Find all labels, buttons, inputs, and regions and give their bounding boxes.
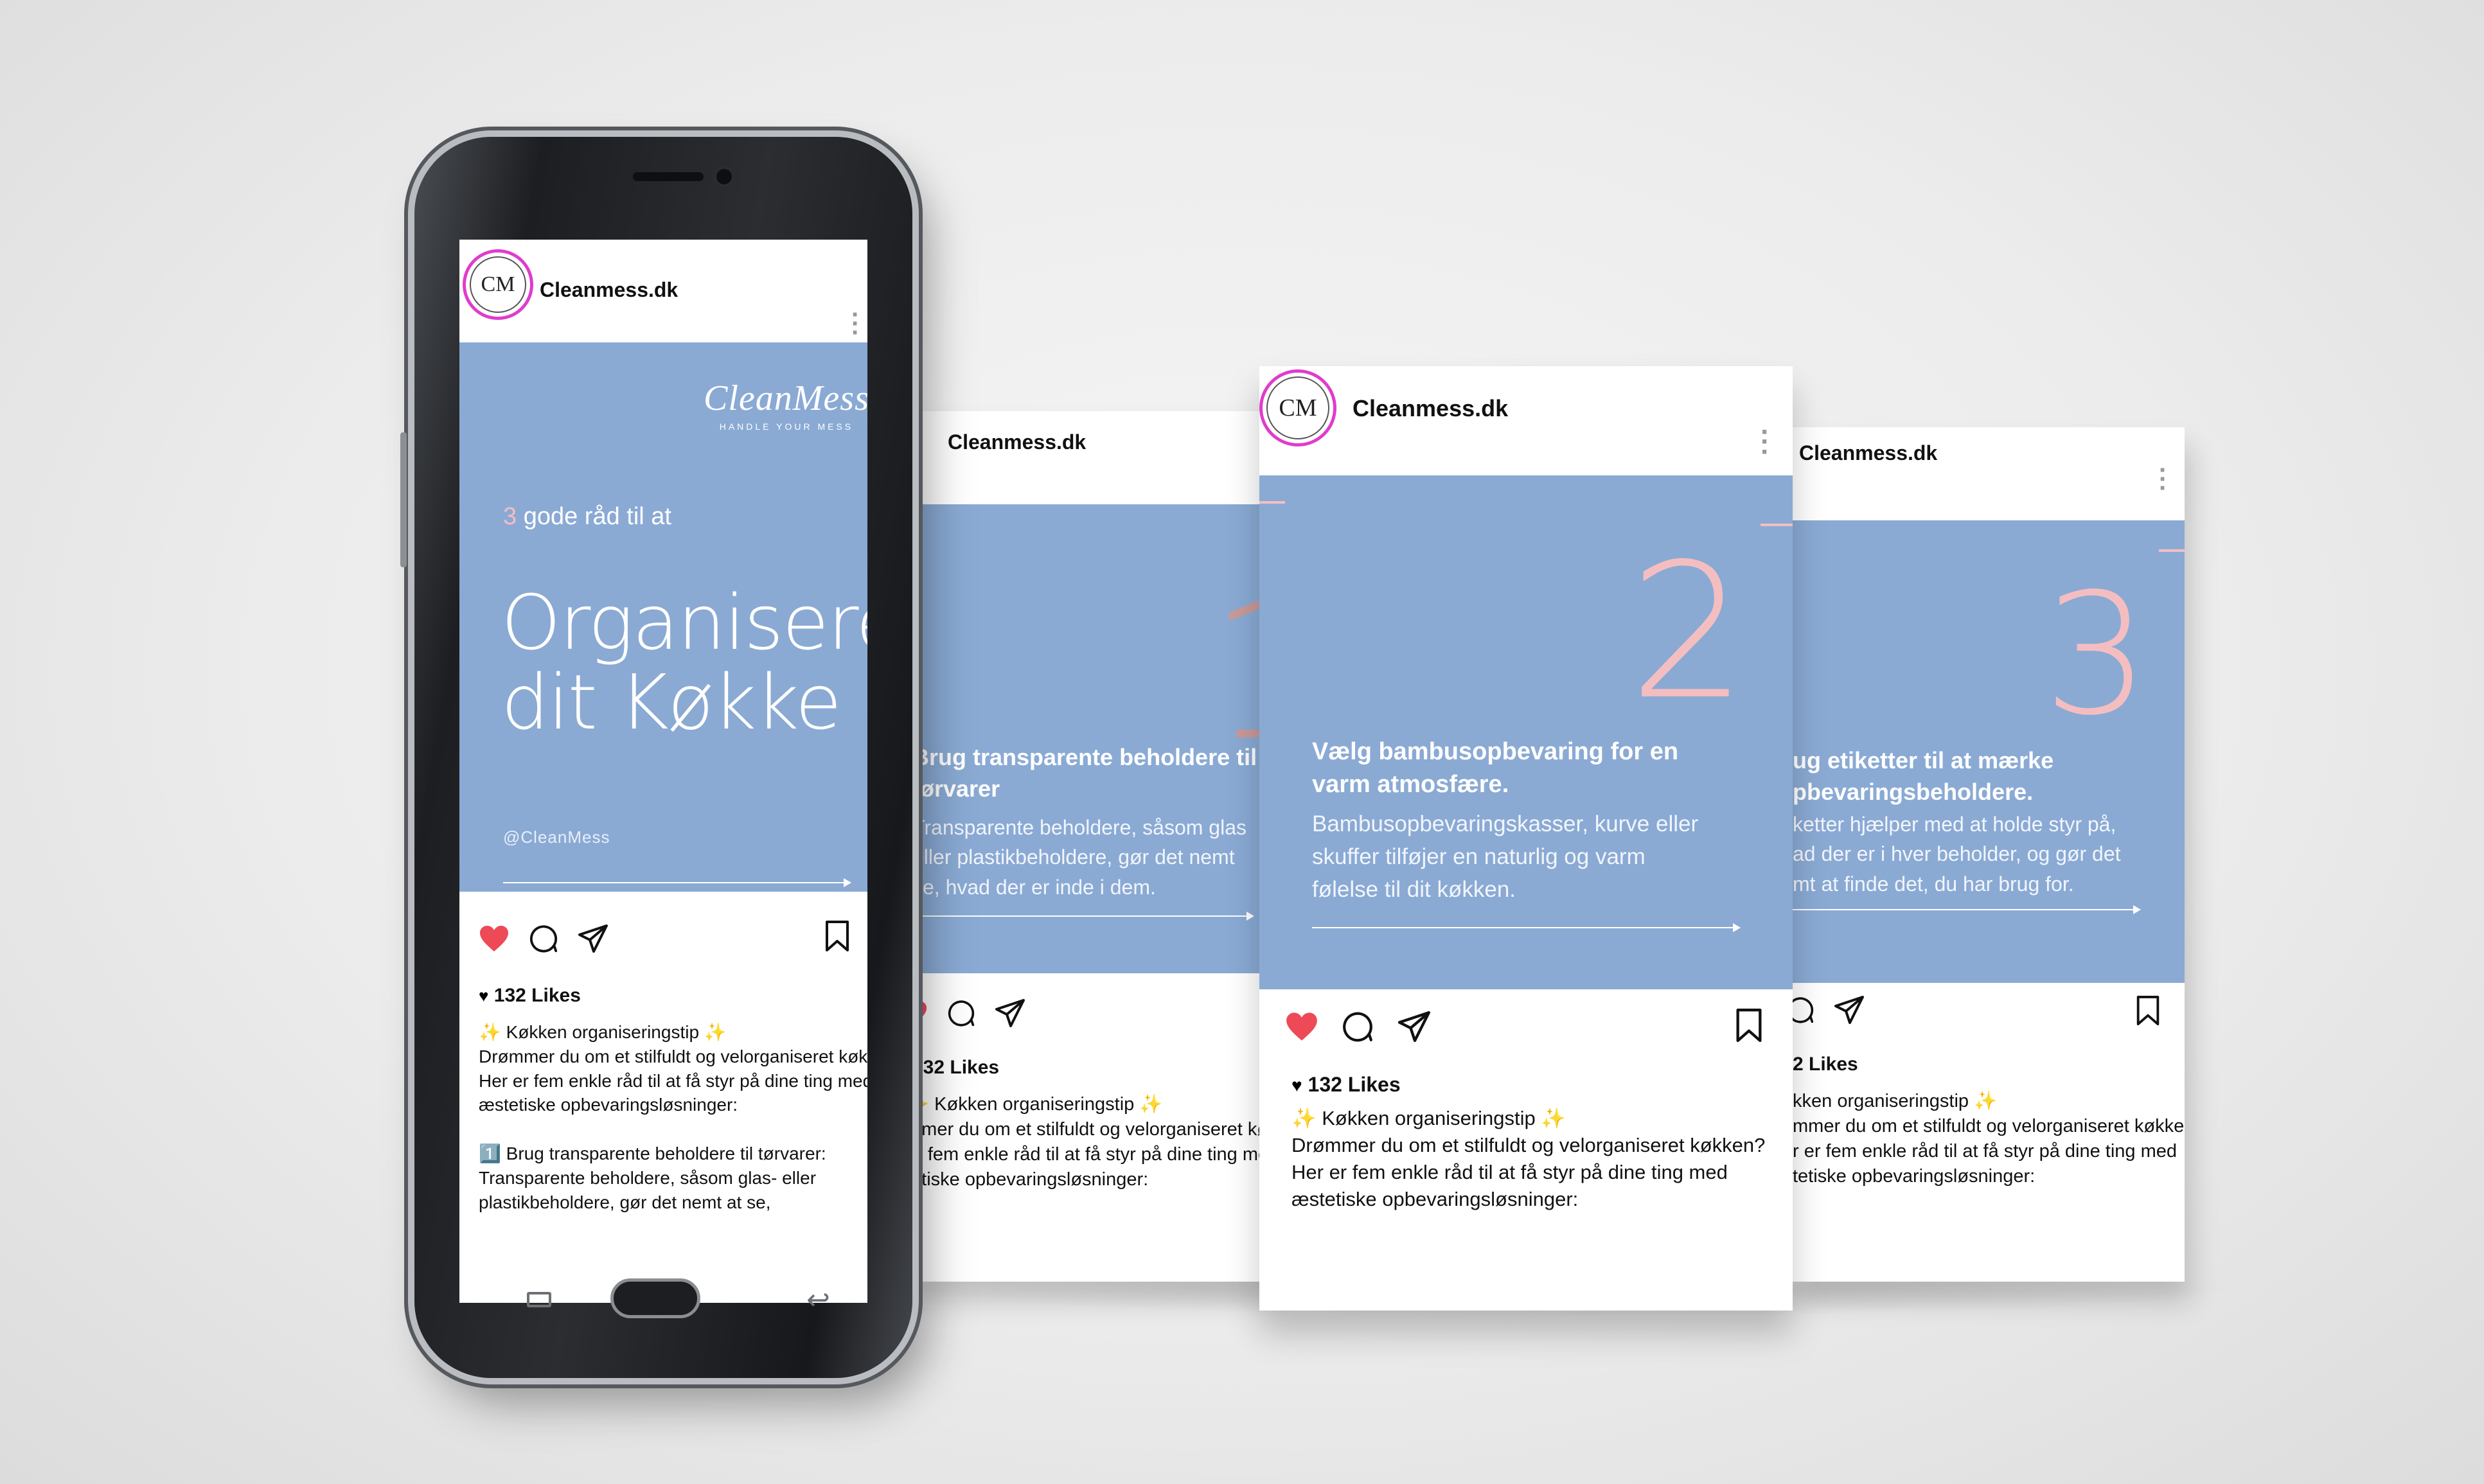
likes-count[interactable]: 132 Likes	[1308, 1073, 1401, 1096]
share-icon[interactable]	[1834, 996, 1866, 1024]
post-header: Cleanmess.dk	[906, 411, 1266, 482]
post-image: CleanMess HANDLE YOUR MESS 3 gode råd ti…	[459, 342, 867, 892]
account-name[interactable]: Cleanmess.dk	[1799, 441, 1937, 465]
caption: kken organiseringstip ✨ mmer du om et sti…	[1793, 1091, 2185, 1187]
divider-arrow	[1793, 905, 2141, 914]
tip-title: Vælg bambusopbevaring for en varm atmosfæ…	[1312, 738, 1679, 799]
cleanmess-logo: CleanMess HANDLE YOUR MESS	[704, 378, 867, 432]
home-button[interactable]	[610, 1278, 700, 1318]
comment-icon[interactable]	[1793, 996, 1814, 1024]
headline: Organisere dit Køkke	[501, 578, 867, 746]
tip-body: Bambusopbevaringskasser, kurve eller skuf…	[1312, 811, 1699, 902]
accent-dash	[1259, 501, 1285, 504]
caption: ✨ Køkken organiseringstip ✨ Drømmer du om…	[1291, 1107, 1766, 1210]
intro-line: 3 gode råd til at	[503, 503, 671, 530]
divider-arrow	[906, 912, 1254, 921]
volume-button	[400, 432, 407, 567]
tip-body: Transparente beholdere, såsom glas eller …	[912, 816, 1246, 899]
divider-arrow	[503, 878, 851, 887]
tip-number: 3	[2043, 558, 2150, 752]
likes-count[interactable]: 2 Likes	[1793, 1054, 1858, 1075]
heart-icon[interactable]	[1285, 1011, 1318, 1042]
likes-row: ♥ 132 Likes	[1291, 1073, 1401, 1096]
share-icon[interactable]	[995, 999, 1027, 1027]
bookmark-icon[interactable]	[826, 921, 849, 951]
tip-title: ug etiketter til at mærke pbevaringsbehol…	[1793, 747, 2054, 805]
more-options-icon[interactable]: · · ·	[1761, 418, 1770, 466]
phone-speaker	[633, 172, 704, 181]
post-header: CM Cleanmess.dk · · ·	[459, 240, 867, 346]
caption: ✨ Køkken organiseringstip ✨ Drømmer du o…	[479, 1022, 867, 1212]
account-name[interactable]: Cleanmess.dk	[948, 430, 1086, 454]
avatar[interactable]: CM	[463, 249, 533, 320]
post-card-1: Cleanmess.dk 1 Brug transparente beholde…	[906, 411, 1266, 1282]
tip-title: Brug transparente beholdere til tørvarer	[912, 744, 1257, 802]
bookmark-icon[interactable]	[1736, 1009, 1762, 1042]
post-header: Cleanmess.dk · · ·	[1793, 427, 2185, 501]
accent-dash	[2159, 549, 2185, 552]
divider-arrow	[1312, 923, 1741, 932]
phone-camera	[716, 169, 732, 184]
action-bar	[479, 924, 610, 953]
likes-count[interactable]: 132 Likes	[494, 985, 581, 1006]
post-card-3: Cleanmess.dk · · · 3 ug etiketter til at m…	[1793, 427, 2185, 1282]
post-image: 3 ug etiketter til at mærke pbevaringsbeh…	[1793, 520, 2185, 983]
comment-icon[interactable]	[529, 924, 558, 953]
handle-tag: @CleanMess	[503, 827, 610, 847]
bookmark-icon[interactable]	[2136, 996, 2160, 1025]
post-image: 2 Vælg bambusopbevaring for en varm atmos…	[1259, 475, 1793, 989]
avatar[interactable]: CM	[1259, 369, 1336, 446]
action-bar	[1793, 996, 1866, 1024]
accent-dash	[1761, 524, 1793, 526]
tip-number: 1	[1208, 575, 1266, 768]
action-bar	[906, 999, 1027, 1027]
tip-body: ketter hjælper med at holde styr på, ad d…	[1793, 813, 2121, 896]
likes-count[interactable]: 132 Likes	[912, 1057, 999, 1079]
caption: ✨ Køkken organiseringstip ✨ mmer du om et…	[906, 1094, 1266, 1190]
more-options-icon[interactable]: · · ·	[851, 302, 860, 346]
post-image: 1 Brug transparente beholdere tiltørvare…	[906, 504, 1266, 973]
share-icon[interactable]	[578, 924, 610, 953]
tip-number: 2	[1629, 524, 1748, 741]
account-name[interactable]: Cleanmess.dk	[1353, 395, 1508, 422]
menu-button[interactable]	[527, 1292, 551, 1307]
likes-row: ♥ 132 Likes	[479, 985, 581, 1006]
post-header: CM Cleanmess.dk · · ·	[1259, 366, 1793, 466]
share-icon[interactable]	[1397, 1011, 1433, 1042]
account-name[interactable]: Cleanmess.dk	[540, 278, 678, 302]
post-card-2: CM Cleanmess.dk · · · 2 Vælg bambusopbevar…	[1259, 366, 1793, 1311]
more-options-icon[interactable]: · · ·	[2159, 457, 2167, 501]
comment-icon[interactable]	[947, 999, 975, 1027]
phone-screen: CM Cleanmess.dk · · · CleanMess HANDLE YOU…	[459, 240, 867, 1303]
phone-device: CM Cleanmess.dk · · · CleanMess HANDLE YOU…	[400, 137, 912, 1378]
heart-icon[interactable]	[479, 924, 510, 953]
action-bar	[1285, 1011, 1433, 1043]
comment-icon[interactable]	[1342, 1011, 1374, 1043]
back-icon[interactable]: ↩	[806, 1284, 830, 1316]
